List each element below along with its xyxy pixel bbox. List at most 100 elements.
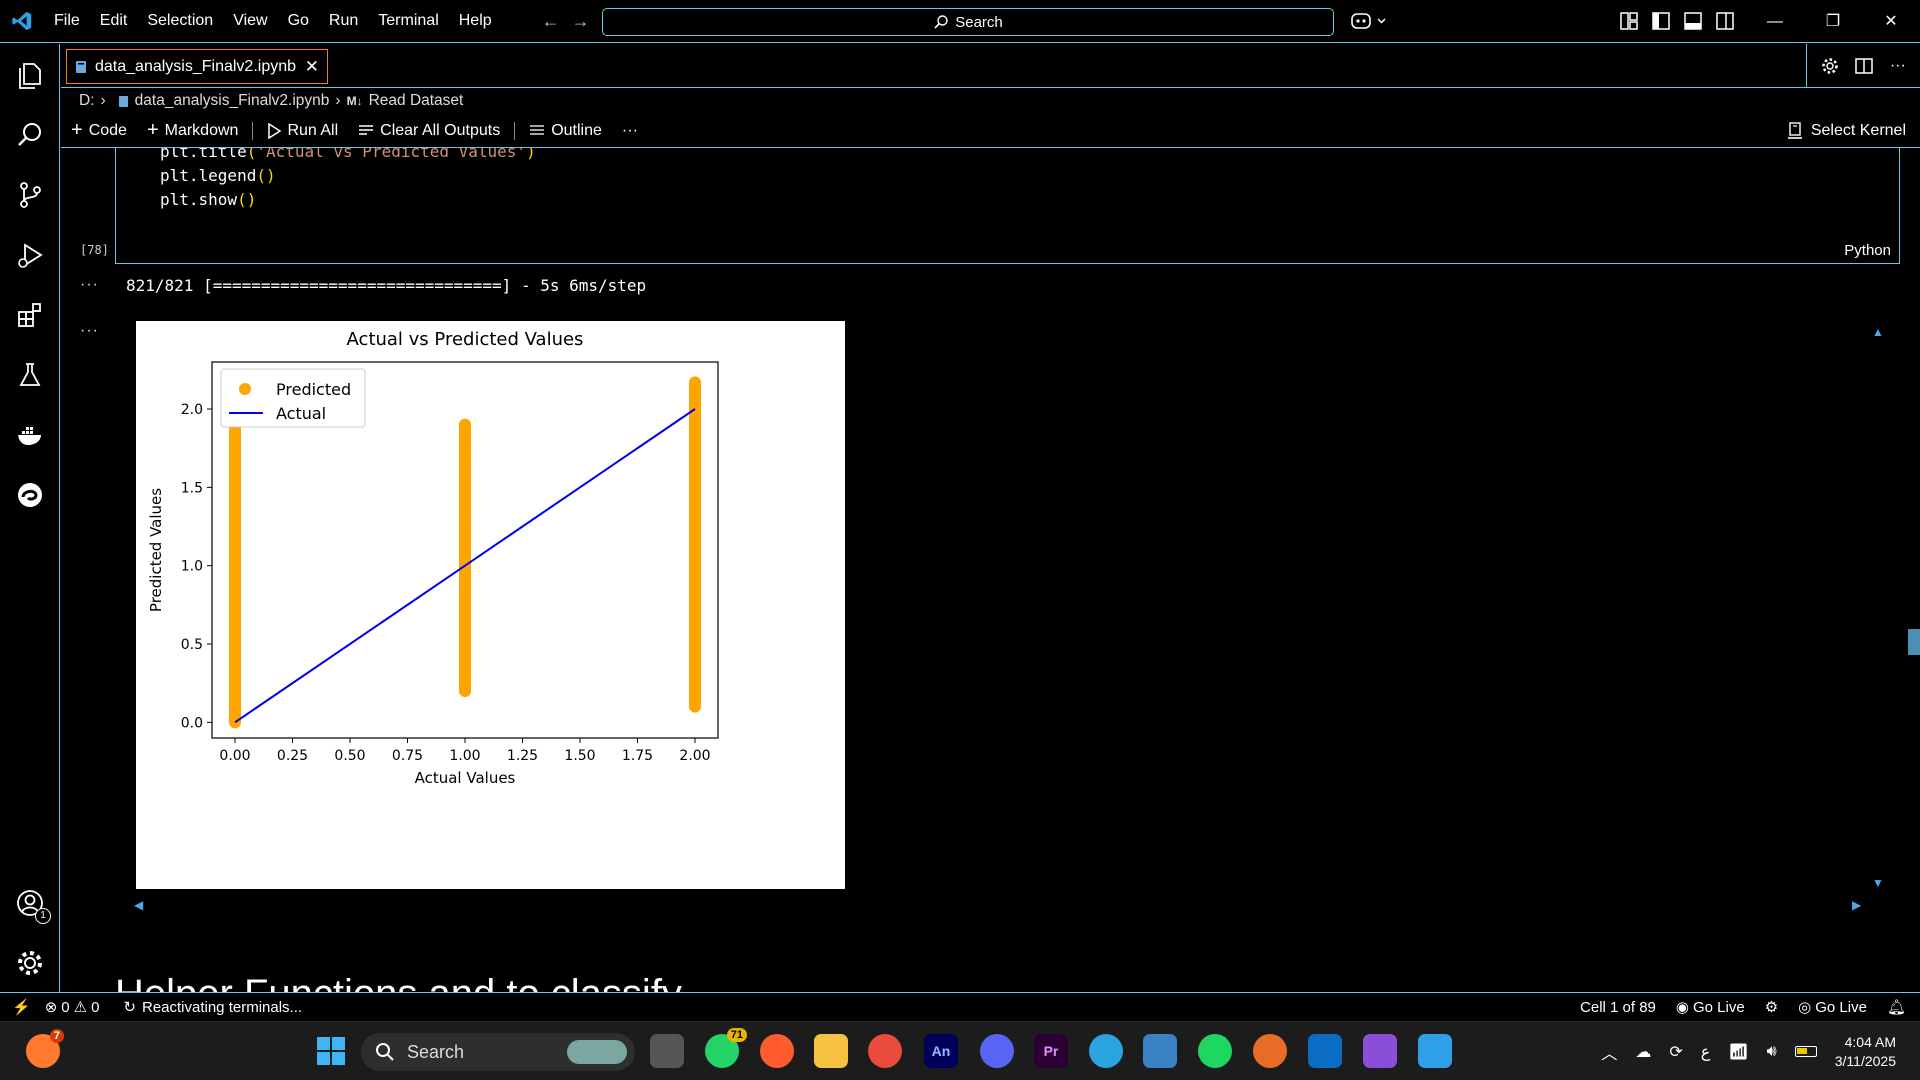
firefox-icon[interactable] xyxy=(760,1034,794,1068)
animate-icon[interactable]: An xyxy=(924,1034,958,1068)
code-cell[interactable]: plt.title('Actual vs Predicted Values') … xyxy=(115,148,1900,264)
cell-position[interactable]: Cell 1 of 89 xyxy=(1580,999,1656,1016)
outline-button[interactable]: Outline xyxy=(519,122,612,140)
clock[interactable]: 4:04 AM 3/11/2025 xyxy=(1835,1033,1896,1071)
editor-scrollbar-thumb[interactable] xyxy=(1908,629,1920,655)
discord-icon[interactable] xyxy=(980,1034,1014,1068)
extensions-icon[interactable] xyxy=(13,298,47,332)
menu-go[interactable]: Go xyxy=(278,12,319,30)
accounts-icon[interactable]: 1 xyxy=(13,886,51,924)
widgets-icon[interactable]: 7 xyxy=(26,1029,64,1068)
minimize-icon[interactable]: — xyxy=(1746,0,1804,43)
customize-layout-icon[interactable] xyxy=(1620,12,1638,30)
toggle-secondary-sidebar-icon[interactable] xyxy=(1716,12,1734,30)
add-code-cell-button[interactable]: + Code xyxy=(61,119,137,142)
add-markdown-cell-button[interactable]: + Markdown xyxy=(137,119,249,142)
task-view-icon[interactable] xyxy=(650,1034,684,1068)
chrome-icon[interactable] xyxy=(868,1034,902,1068)
spotify-icon[interactable] xyxy=(1198,1034,1232,1068)
menu-view[interactable]: View xyxy=(223,12,277,30)
input-language-indicator[interactable]: ع xyxy=(1701,1042,1711,1062)
visual-studio-icon[interactable] xyxy=(1363,1034,1397,1068)
back-arrow-icon[interactable]: ← xyxy=(542,11,560,32)
docker-icon[interactable] xyxy=(13,418,47,452)
premiere-icon[interactable]: Pr xyxy=(1034,1034,1068,1068)
code-editor[interactable]: plt.title('Actual vs Predicted Values') … xyxy=(160,148,536,212)
y-tick-label: 1.5 xyxy=(181,480,203,496)
battery-icon[interactable] xyxy=(1794,1046,1817,1057)
forward-arrow-icon[interactable]: → xyxy=(572,11,590,32)
search-view-icon[interactable] xyxy=(13,118,47,152)
onedrive-cloud-icon[interactable]: ☁ xyxy=(1635,1042,1651,1062)
remote-icon[interactable]: ⚡ xyxy=(12,998,31,1016)
toggle-panel-icon[interactable] xyxy=(1684,12,1702,30)
telegram-icon[interactable] xyxy=(1089,1034,1123,1068)
copilot-status-icon[interactable]: ⚙ xyxy=(1765,998,1778,1016)
jupyter-icon[interactable] xyxy=(1253,1034,1287,1068)
output-menu-icon[interactable]: ··· xyxy=(80,322,99,340)
tab-close-icon[interactable]: ✕ xyxy=(305,57,319,77)
close-window-icon[interactable]: ✕ xyxy=(1862,0,1920,43)
testing-icon[interactable] xyxy=(13,358,47,392)
menu-terminal[interactable]: Terminal xyxy=(368,12,448,30)
kernel-icon xyxy=(1787,121,1802,139)
x-tick-label: 0.00 xyxy=(219,748,250,764)
go-live-button[interactable]: ◉ Go Live xyxy=(1676,998,1745,1017)
outlook-icon[interactable] xyxy=(1308,1034,1342,1068)
output-menu-icon[interactable]: ··· xyxy=(80,276,99,294)
volume-icon[interactable]: 🔊︎ xyxy=(1767,1043,1777,1061)
copilot-menu[interactable] xyxy=(1350,10,1388,37)
vscode-taskbar-icon[interactable] xyxy=(1418,1034,1452,1068)
sync-icon[interactable]: ⟳ xyxy=(1669,1042,1682,1062)
breadcrumb-file[interactable]: data_analysis_Finalv2.ipynb xyxy=(135,92,330,110)
taskbar-search[interactable]: Search xyxy=(361,1033,635,1071)
code-token: ) xyxy=(246,190,257,209)
clear-outputs-button[interactable]: Clear All Outputs xyxy=(348,122,510,140)
select-kernel-button[interactable]: Select Kernel xyxy=(1787,122,1906,140)
output-scroll-left-icon[interactable]: ◀ xyxy=(134,898,143,912)
cell-language[interactable]: Python xyxy=(1844,242,1891,259)
notebook-file-icon xyxy=(76,60,86,73)
restore-icon[interactable]: ❐ xyxy=(1804,0,1862,43)
run-all-button[interactable]: Run All xyxy=(257,122,348,140)
chevron-up-icon[interactable]: ︿ xyxy=(1601,1040,1617,1064)
toolbar-divider xyxy=(514,121,516,140)
notifications-bell-icon[interactable]: 🔔︎ xyxy=(1887,998,1906,1016)
manage-gear-icon[interactable] xyxy=(13,946,47,980)
breadcrumb-drive[interactable]: D: xyxy=(79,92,95,110)
toggle-primary-sidebar-icon[interactable] xyxy=(1652,12,1670,30)
file-explorer-icon[interactable] xyxy=(814,1034,848,1068)
system-tray: ︿ ☁ ⟳ ع 📶︎ 🔊︎ 4:04 AM 3/11/2025 xyxy=(1601,1022,1896,1080)
y-axis-label: Predicted Values xyxy=(147,488,165,612)
menu-edit[interactable]: Edit xyxy=(90,12,138,30)
menu-help[interactable]: Help xyxy=(449,12,502,30)
windows-start-icon[interactable] xyxy=(314,1034,348,1068)
notebook-settings-gear-icon[interactable] xyxy=(1821,57,1839,75)
command-center-search[interactable]: Search xyxy=(602,8,1334,36)
whatsapp-icon[interactable]: 71 xyxy=(705,1028,747,1068)
explorer-icon[interactable] xyxy=(13,58,47,92)
menu-file[interactable]: File xyxy=(44,12,90,30)
output-scroll-down-icon[interactable]: ▼ xyxy=(1872,876,1884,890)
accounts-badge: 1 xyxy=(35,908,51,924)
wifi-icon[interactable]: 📶︎ xyxy=(1728,1042,1748,1062)
search-icon xyxy=(376,1043,394,1061)
go-live-button-2[interactable]: ◎ Go Live xyxy=(1798,998,1867,1017)
menu-selection[interactable]: Selection xyxy=(137,12,223,30)
more-actions-icon[interactable]: ··· xyxy=(1890,57,1906,75)
menu-run[interactable]: Run xyxy=(319,12,368,30)
problems-indicator[interactable]: ⊗ 0 ⚠ 0 xyxy=(45,998,100,1017)
run-debug-icon[interactable] xyxy=(13,238,47,272)
notebook-tab[interactable]: data_analysis_Finalv2.ipynb ✕ xyxy=(66,49,328,84)
edge-devtools-icon[interactable] xyxy=(13,478,47,512)
toolbar-more-button[interactable]: ··· xyxy=(612,122,648,140)
microsoft-store-icon[interactable] xyxy=(1143,1034,1177,1068)
code-token: ( xyxy=(237,190,247,209)
y-tick-label: 1.0 xyxy=(181,559,203,575)
source-control-icon[interactable] xyxy=(13,178,47,212)
output-scroll-right-icon[interactable]: ▶ xyxy=(1852,898,1861,912)
breadcrumb-section[interactable]: Read Dataset xyxy=(369,92,464,110)
split-editor-icon[interactable] xyxy=(1855,57,1874,75)
scatter-point xyxy=(689,376,701,389)
output-scroll-up-icon[interactable]: ▲ xyxy=(1872,325,1884,339)
